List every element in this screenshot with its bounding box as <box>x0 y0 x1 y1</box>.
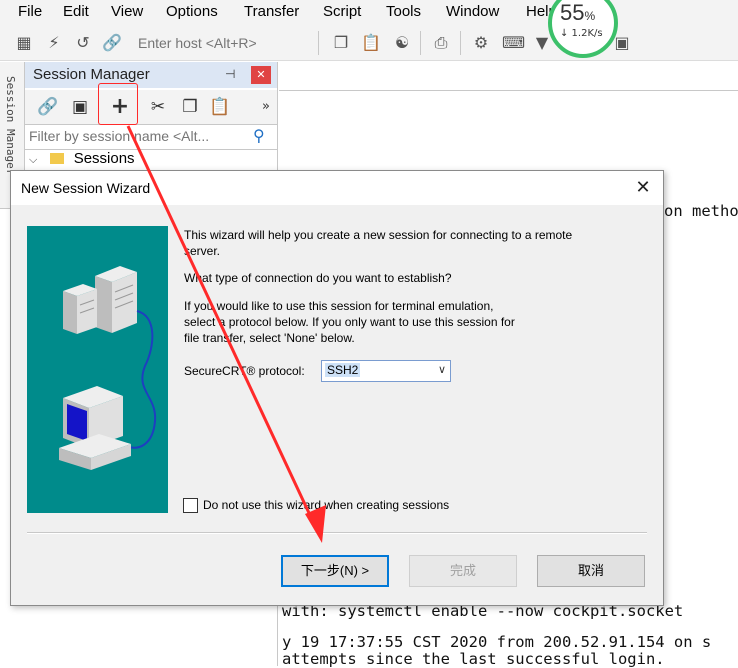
finish-button[interactable]: 完成 <box>409 555 517 587</box>
protocol-select[interactable]: SSH2 ∨ <box>321 360 451 382</box>
window-icon[interactable]: ▣ <box>69 96 91 118</box>
terminal-line: y 19 17:37:55 CST 2020 from 200.52.91.15… <box>282 633 712 651</box>
menu-view[interactable]: View <box>111 3 143 20</box>
paste-icon[interactable]: 📋 <box>361 33 381 53</box>
wizard-instructions-line-2: select a protocol below. If you only wan… <box>184 315 515 329</box>
keymap-icon[interactable]: ⌨ <box>502 33 525 53</box>
find-icon[interactable]: ☯ <box>392 33 412 53</box>
menu-script[interactable]: Script <box>323 3 361 20</box>
filter-box: ⚲ <box>25 124 277 150</box>
next-button[interactable]: 下一步(N) > <box>281 555 389 587</box>
terminal-line: on metho <box>664 202 738 220</box>
paste-icon[interactable]: 📋 <box>209 96 231 118</box>
panel-title: Session Manager <box>33 66 150 83</box>
connect-tree-icon[interactable]: ▦ <box>14 33 34 53</box>
disconnect-icon[interactable]: 🔗 <box>102 33 122 53</box>
terminal-line: attempts since the last successful login… <box>282 650 665 668</box>
dialog-divider <box>27 532 647 534</box>
wizard-question-text: What type of connection do you want to e… <box>184 271 452 285</box>
menu-window[interactable]: Window <box>446 3 499 20</box>
skip-wizard-checkbox[interactable] <box>183 498 198 513</box>
session-filter-input[interactable] <box>29 127 244 145</box>
print-icon[interactable]: ⎙ <box>431 33 451 53</box>
panel-toolbar: 🔗 ▣ + ✂ ❐ 📋 » <box>25 90 277 124</box>
protocol-value: SSH2 <box>325 363 361 377</box>
toolbar-separator <box>460 31 461 55</box>
annotation-highlight-box <box>98 83 138 125</box>
menu-edit[interactable]: Edit <box>63 3 89 20</box>
wizard-instructions-line-1: If you would like to use this session fo… <box>184 299 494 313</box>
folder-icon <box>49 153 64 164</box>
copy-icon[interactable]: ❐ <box>331 33 351 53</box>
tree-item-label: Sessions <box>73 150 135 167</box>
toolbar-separator <box>420 31 421 55</box>
protocol-label: SecureCRT® protocol: <box>184 364 305 378</box>
reconnect-icon[interactable]: ↺ <box>73 33 93 53</box>
menu-transfer[interactable]: Transfer <box>244 3 299 20</box>
skip-wizard-label[interactable]: Do not use this wizard when creating ses… <box>203 498 449 512</box>
wizard-instructions-line-3: file transfer, select 'None' below. <box>184 331 355 345</box>
search-icon[interactable]: ⚲ <box>253 126 265 145</box>
new-session-wizard-dialog: New Session Wizard ✕ This wizard will he… <box>10 170 664 606</box>
dialog-titlebar: New Session Wizard ✕ <box>11 171 663 205</box>
quick-connect-icon[interactable]: ⚡ <box>44 33 64 53</box>
copy-icon[interactable]: ❐ <box>179 96 201 118</box>
servers-computer-icon <box>59 266 157 470</box>
menu-bar: File Edit View Options Transfer Script T… <box>0 0 738 26</box>
side-tab-label: Session Manager <box>4 76 17 176</box>
net-speed: ↓ 1.2K/s <box>560 28 603 39</box>
wizard-intro-text: This wizard will help you create a new s… <box>184 228 573 258</box>
tree-item-sessions[interactable]: ⌵ Sessions <box>29 150 135 170</box>
host-input[interactable] <box>136 32 310 54</box>
settings-icon[interactable]: ⚙ <box>471 33 491 53</box>
net-percent: 55% <box>560 0 596 25</box>
menu-tools[interactable]: Tools <box>386 3 421 20</box>
pin-icon[interactable]: ⊣ <box>225 67 235 81</box>
chevron-down-icon: ∨ <box>437 363 446 376</box>
overflow-icon[interactable]: » <box>255 96 277 118</box>
link-icon[interactable]: 🔗 <box>37 96 59 118</box>
cancel-button[interactable]: 取消 <box>537 555 645 587</box>
toolbar-separator <box>318 31 319 55</box>
cut-icon[interactable]: ✂ <box>147 96 169 118</box>
panel-close-button[interactable]: ✕ <box>251 66 271 84</box>
menu-options[interactable]: Options <box>166 3 218 20</box>
chevron-down-icon[interactable]: ⌵ <box>29 154 37 166</box>
dialog-close-button[interactable]: ✕ <box>631 177 655 199</box>
dialog-title: New Session Wizard <box>21 180 151 196</box>
wizard-illustration <box>27 226 168 513</box>
main-toolbar: ▦ ⚡ ↺ 🔗 ❐ 📋 ☯ ⎙ ⚙ ⌨ ▼ ▣ <box>0 26 738 61</box>
terminal-tab-strip <box>279 62 738 91</box>
panel-header: Session Manager ⊣ ✕ <box>25 62 277 88</box>
sftp-icon[interactable]: ▼ <box>532 33 552 53</box>
menu-file[interactable]: File <box>18 3 42 20</box>
